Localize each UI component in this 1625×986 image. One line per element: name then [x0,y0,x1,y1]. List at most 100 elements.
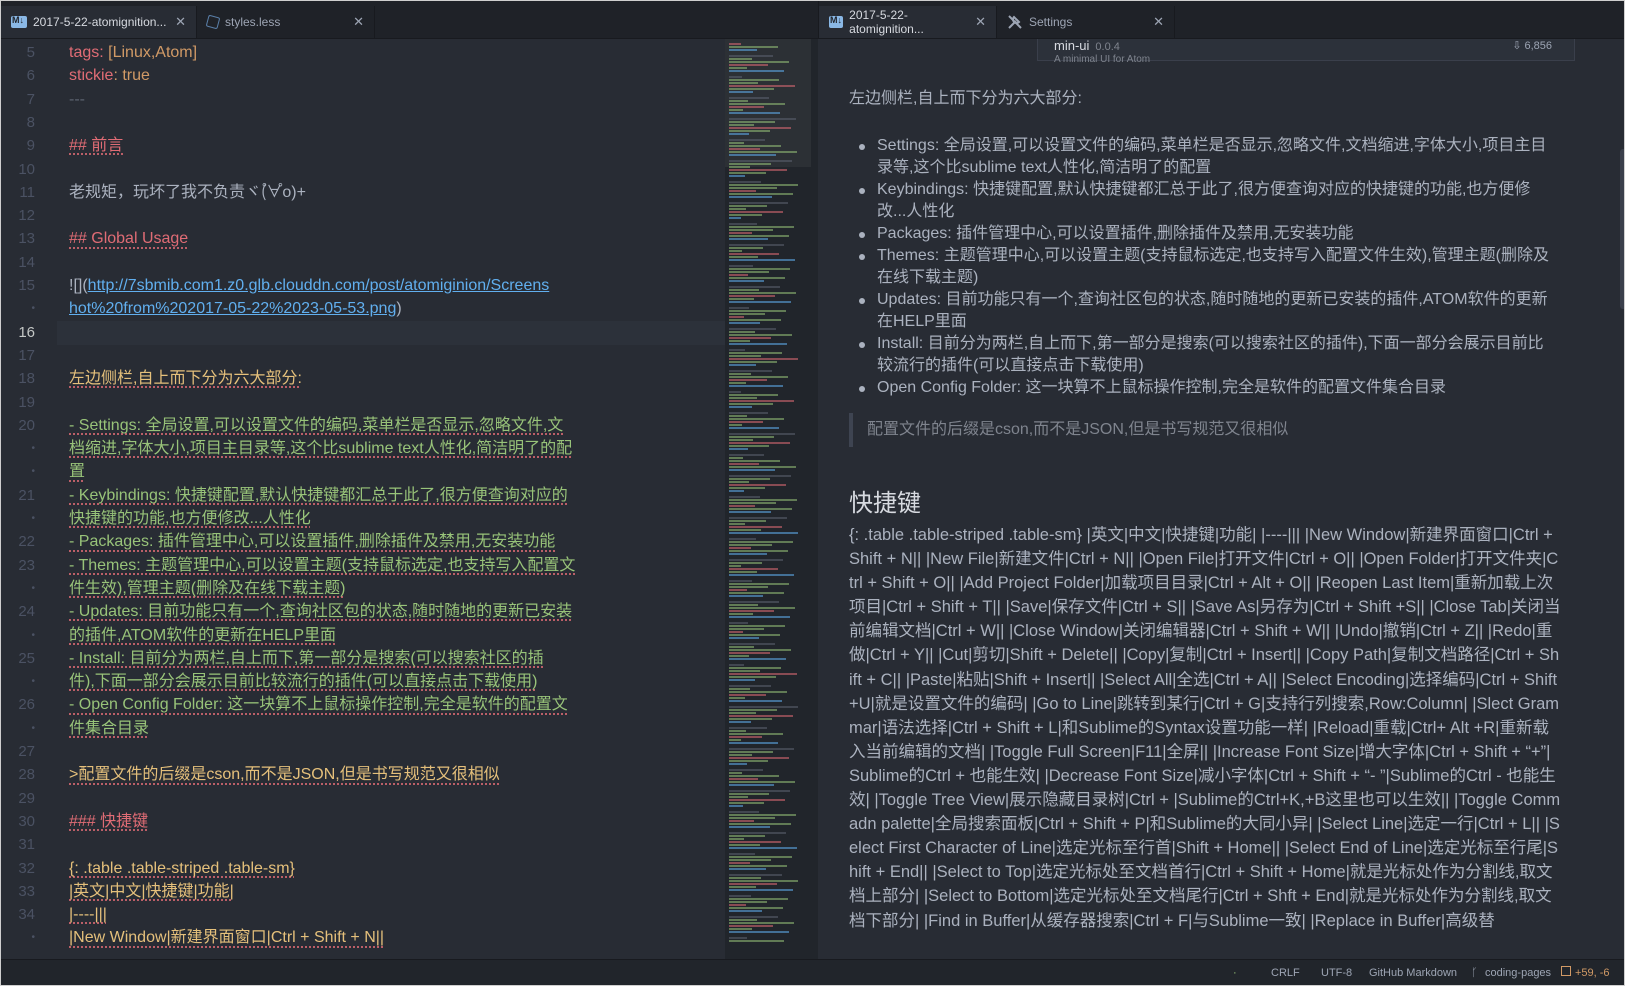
code-line[interactable]: - Themes: 主题管理中心,可以设置主题(支持鼠标选定,也支持写入配置文 [69,554,575,578]
minimap-line [729,328,776,330]
code-line[interactable]: 置 [69,460,85,484]
line-number: 9 [26,137,35,155]
tools-icon [1008,15,1022,29]
code-line[interactable]: 快捷键的功能,也方便修改...人性化 [69,507,311,531]
close-icon[interactable]: ✕ [167,14,186,30]
code-line[interactable]: stickie: true [69,64,150,88]
code-line[interactable]: {: .table .table-striped .table-sm} [69,857,295,881]
code-line[interactable]: - Packages: 插件管理中心,可以设置插件,删除插件及禁用,无安装功能 [69,530,555,554]
code-line[interactable]: |英文|中文|快捷键|功能| [69,880,234,904]
code-line[interactable]: 件),下面一部分会展示目前比较流行的插件(可以直接点击下载使用) [69,670,537,694]
minimap-line [729,877,761,879]
minimap-line [729,208,746,210]
line-number: • [31,722,35,734]
minimap-line [729,793,769,795]
close-icon[interactable]: ✕ [345,14,364,30]
minimap-line [729,289,759,291]
minimap-line [729,361,777,363]
markdown-icon [829,15,844,28]
minimap-line [729,601,779,603]
minimap-line [729,466,796,468]
minimap-line [729,352,782,354]
line-number: • [31,582,35,594]
code-line[interactable]: - Settings: 全局设置,可以设置文件的编码,菜单栏是否显示,忽略文件,… [69,414,563,438]
code-line[interactable]: ## Global Usage [69,227,188,251]
line-number: 11 [19,183,35,201]
code-line[interactable]: 老规矩，玩坏了我不负责ヾ(゚∀゚o)+ [69,181,306,205]
minimap-line [729,883,777,885]
code-line[interactable]: ### 快捷键 [69,810,148,834]
close-icon[interactable]: ✕ [1145,14,1164,30]
minimap-line [729,391,741,393]
close-icon[interactable]: ✕ [967,14,986,30]
minimap-line [729,337,771,339]
preview-scrollbar[interactable] [1620,149,1624,309]
minimap-line [729,349,745,351]
minimap-line [729,889,793,891]
line-number: 17 [18,346,35,364]
code-line[interactable]: - Keybindings: 快捷键配置,默认快捷键都汇总于此了,很方便查询对应… [69,484,568,508]
git-diff[interactable]: +59, -6 [1575,967,1610,979]
code-token: - Open Config Folder: 这一块算不上鼠标操作控制,完全是软件… [69,696,568,714]
markdown-editor[interactable]: 5 6 7 8 9 10 11 12 13 14 15 • 16 17 18 19 20 • • 21 • 22 23 • 24… [1,39,818,959]
minimap-line [729,733,783,735]
tab-markdown-left[interactable]: 2017-5-22-atomignition... ✕ [1,6,197,38]
code-line[interactable]: 件生效),管理主题(删除及在线下载主题) [69,577,345,601]
code-line[interactable]: - Install: 目前分为两栏,自上而下,第一部分是搜索(可以搜索社区的插 [69,647,544,671]
code-line[interactable]: - Updates: 目前功能只有一个,查询社区包的状态,随时随地的更新已安装 [69,600,572,624]
package-card[interactable]: min-ui 0.0.4 ⇩ 6,856 A minimal UI for Ato… [1037,39,1575,65]
code-line[interactable]: 档缩进,字体大小,项目主目录等,这个比sublime text人性化,简洁明了的… [69,437,572,461]
minimap-line [729,700,782,702]
code-line[interactable]: 件集合目录 [69,717,149,741]
minimap-line [729,670,760,672]
code-token: 的插件,ATOM软件的更新在HELP里面 [69,626,336,644]
minimap-line [729,832,786,834]
line-number-gutter: 5 6 7 8 9 10 11 12 13 14 15 • 16 17 18 19 20 • • 21 • 22 23 • 24… [1,39,57,959]
minimap-line [729,715,793,717]
line-number: 12 [18,207,35,225]
minimap-line [729,370,772,372]
code-token: ## Global Usage [69,230,189,248]
tab-settings[interactable]: Settings ✕ [997,6,1175,38]
minimap-line [729,475,791,477]
code-line[interactable]: - Open Config Folder: 这一块算不上鼠标操作控制,完全是软件… [69,693,568,717]
minimap-line [729,421,763,423]
code-area[interactable]: tags: [Linux,Atom] stickie: true --- ## 前言老… [57,39,781,959]
tab-markdown-preview[interactable]: 2017-5-22-atomignition... ✕ [819,6,997,38]
code-line[interactable]: 左边侧栏,自上而下分为六大部分: [69,367,302,391]
git-branch[interactable]: coding-pages [1485,967,1551,979]
tab-styles-less[interactable]: styles.less ✕ [197,6,375,38]
minimap-line [729,844,760,846]
code-line[interactable]: --- [69,88,85,112]
status-bar: · CRLF UTF-8 GitHub Markdown ᚴ coding-pa… [1,959,1624,985]
code-line[interactable]: hot%20from%202017-05-22%2023-05-53.png) [69,297,402,321]
code-line[interactable]: 的插件,ATOM软件的更新在HELP里面 [69,624,336,648]
code-token: ### 快捷键 [69,812,149,830]
minimap-line [729,910,762,912]
editor-scrollbar[interactable] [811,39,818,959]
code-line[interactable]: ## 前言 [69,134,123,158]
minimap-line [729,85,795,87]
grammar-selector[interactable]: GitHub Markdown [1369,967,1457,979]
minimap[interactable] [725,39,811,959]
line-number: 20 [18,416,35,434]
minimap-line [729,790,790,792]
code-token: >配置文件的后缀是cson,而不是JSON,但是书写规范又很相似 [69,766,500,784]
minimap-line [729,691,787,693]
line-ending[interactable]: CRLF [1271,967,1300,979]
code-line[interactable]: tags: [Linux,Atom] [69,41,197,65]
minimap-line [729,400,794,402]
code-line[interactable]: ![](http://7sbmib.com1.z0.glb.clouddn.co… [69,274,549,298]
minimap-line [729,214,762,216]
code-line[interactable]: >配置文件的后缀是cson,而不是JSON,但是书写规范又很相似 [69,763,500,787]
minimap-line [729,424,742,426]
minimap-line [729,202,788,204]
code-line[interactable]: |New Window|新建界面窗口|Ctrl + Shift + N|| [69,926,384,950]
line-number: 32 [18,859,35,877]
line-number: • [31,629,35,641]
file-encoding[interactable]: UTF-8 [1321,967,1352,979]
line-number: • [31,676,35,688]
code-line[interactable]: |----||| [69,903,107,927]
minimap-line [729,454,764,456]
minimap-line [729,76,742,78]
